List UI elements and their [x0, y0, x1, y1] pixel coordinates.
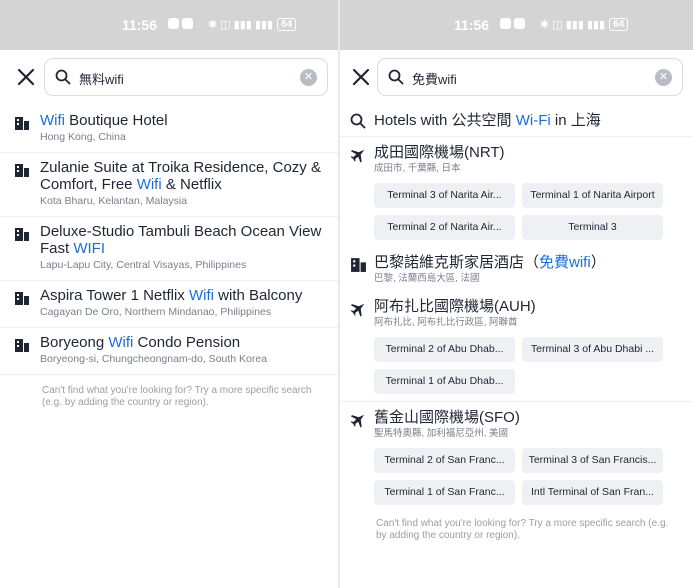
terminal-chip[interactable]: Terminal 3 of Narita Air...	[374, 183, 515, 208]
terminal-chip[interactable]: Terminal 1 of Abu Dhab...	[374, 369, 515, 394]
list-item[interactable]: Aspira Tower 1 Netflix Wifi with Balcony…	[0, 281, 338, 328]
result-location: Lapu-Lapu City, Central Visayas, Philipp…	[40, 259, 247, 271]
result-location: Hong Kong, China	[40, 131, 126, 143]
clear-icon[interactable]: ✕	[300, 69, 317, 86]
hotel-item[interactable]: 巴黎諾維克斯家居酒店（免費wifi） 巴黎, 法蘭西島大區, 法國	[340, 247, 693, 291]
search-row: ✕	[0, 58, 338, 96]
signal-icon: ✱ ◫ ▮▮▮ ▮▮▮	[208, 19, 274, 31]
search-box[interactable]: ✕	[44, 58, 328, 96]
clear-icon[interactable]: ✕	[655, 69, 672, 86]
terminal-chip[interactable]: Terminal 2 of San Franc...	[374, 448, 515, 473]
building-icon	[15, 339, 29, 352]
terminal-chip[interactable]: Intl Terminal of San Fran...	[522, 480, 663, 505]
right-screen: 11:56 ✱ ◫ ▮▮▮ ▮▮▮ 64 ✕ Hotels with 公共空間 …	[340, 0, 693, 588]
result-location: Boryeong-si, Chungcheongnam-do, South Ko…	[40, 353, 268, 365]
result-title: Boryeong Wifi Condo Pension	[40, 334, 241, 351]
result-title: Deluxe-Studio Tambuli Beach Ocean View F…	[40, 223, 322, 257]
footer-note: Can't find what you're looking for? Try …	[376, 518, 669, 541]
result-title: Aspira Tower 1 Netflix Wifi with Balcony	[40, 287, 303, 304]
hotel-location: 巴黎, 法蘭西島大區, 法國	[374, 273, 480, 284]
terminal-chips: Terminal 2 of San Franc... Terminal 3 of…	[340, 446, 693, 512]
search-row: ✕	[340, 58, 693, 96]
airport-item-auh[interactable]: 阿布扎比國際機場(AUH) 阿布扎比, 阿布扎比行政區, 阿聯酋	[340, 291, 693, 335]
status-indicators: ✱ ◫ ▮▮▮ ▮▮▮ 64	[540, 18, 629, 31]
search-suggestion[interactable]: Hotels with 公共空間 Wi-Fi in 上海	[340, 106, 693, 137]
building-icon	[15, 228, 29, 241]
search-icon	[350, 113, 366, 129]
airplane-icon	[350, 414, 365, 428]
terminal-chip[interactable]: Terminal 2 of Abu Dhab...	[374, 337, 515, 362]
building-icon	[351, 258, 366, 272]
airport-location: 成田市, 千葉縣, 日本	[374, 163, 461, 174]
list-item[interactable]: Zulanie Suite at Troika Residence, Cozy …	[0, 153, 338, 217]
battery-icon: 64	[609, 18, 629, 31]
terminal-chip[interactable]: Terminal 2 of Narita Air...	[374, 215, 515, 240]
battery-icon: 64	[277, 18, 297, 31]
status-time: 11:56	[454, 17, 490, 33]
search-icon	[388, 69, 404, 85]
list-item[interactable]: Wifi Boutique Hotel Hong Kong, China	[0, 106, 338, 153]
terminal-chip[interactable]: Terminal 3	[522, 215, 663, 240]
airport-item-nrt[interactable]: 成田國際機場(NRT) 成田市, 千葉縣, 日本	[340, 137, 693, 181]
notification-icons	[500, 18, 525, 29]
terminal-chip[interactable]: Terminal 3 of Abu Dhabi ...	[522, 337, 663, 362]
airport-title: 舊金山國際機場(SFO)	[374, 409, 520, 426]
airport-location: 阿布扎比, 阿布扎比行政區, 阿聯酋	[374, 317, 518, 328]
terminal-chips: Terminal 2 of Abu Dhab... Terminal 3 of …	[340, 335, 693, 401]
close-icon[interactable]	[14, 65, 38, 89]
terminal-chip[interactable]: Terminal 1 of San Franc...	[374, 480, 515, 505]
airplane-icon	[350, 149, 365, 163]
terminal-chip[interactable]: Terminal 1 of Narita Airport	[522, 183, 663, 208]
results-list: Hotels with 公共空間 Wi-Fi in 上海 成田國際機場(NRT)…	[340, 106, 693, 542]
status-bar: 11:56 ✱ ◫ ▮▮▮ ▮▮▮ 64	[340, 0, 693, 50]
list-item[interactable]: Deluxe-Studio Tambuli Beach Ocean View F…	[0, 217, 338, 281]
result-title: Zulanie Suite at Troika Residence, Cozy …	[40, 159, 321, 193]
signal-icon: ✱ ◫ ▮▮▮ ▮▮▮	[540, 19, 606, 31]
notification-icons	[168, 18, 193, 29]
result-location: Cagayan De Oro, Northern Mindanao, Phili…	[40, 306, 272, 318]
results-list: Wifi Boutique Hotel Hong Kong, China Zul…	[0, 106, 338, 409]
airport-location: 聖馬特奧縣, 加利福尼亞州, 美國	[374, 428, 509, 439]
airplane-icon	[350, 303, 365, 317]
search-box[interactable]: ✕	[377, 58, 683, 96]
building-icon	[15, 164, 29, 177]
airport-item-sfo[interactable]: 舊金山國際機場(SFO) 聖馬特奧縣, 加利福尼亞州, 美國	[340, 402, 693, 446]
search-input[interactable]	[412, 68, 646, 88]
building-icon	[15, 117, 29, 130]
hotel-title: 巴黎諾維克斯家居酒店（免費wifi）	[374, 254, 606, 271]
list-item[interactable]: Boryeong Wifi Condo Pension Boryeong-si,…	[0, 328, 338, 375]
airport-title: 成田國際機場(NRT)	[374, 144, 505, 161]
status-bar: 11:56 ✱ ◫ ▮▮▮ ▮▮▮ 64	[0, 0, 338, 50]
result-title: Wifi Boutique Hotel	[40, 112, 168, 129]
building-icon	[15, 292, 29, 305]
terminal-chip[interactable]: Terminal 3 of San Francis...	[522, 448, 663, 473]
search-input[interactable]	[79, 68, 291, 88]
status-indicators: ✱ ◫ ▮▮▮ ▮▮▮ 64	[208, 18, 297, 31]
footer-note: Can't find what you're looking for? Try …	[42, 385, 312, 408]
search-icon	[55, 69, 71, 85]
close-icon[interactable]	[349, 65, 373, 89]
result-location: Kota Bharu, Kelantan, Malaysia	[40, 195, 188, 207]
airport-title: 阿布扎比國際機場(AUH)	[374, 298, 536, 315]
terminal-chips: Terminal 3 of Narita Air... Terminal 1 o…	[340, 181, 693, 247]
status-time: 11:56	[122, 17, 158, 33]
left-screen: 11:56 ✱ ◫ ▮▮▮ ▮▮▮ 64 ✕ Wifi Boutique Hot…	[0, 0, 338, 588]
